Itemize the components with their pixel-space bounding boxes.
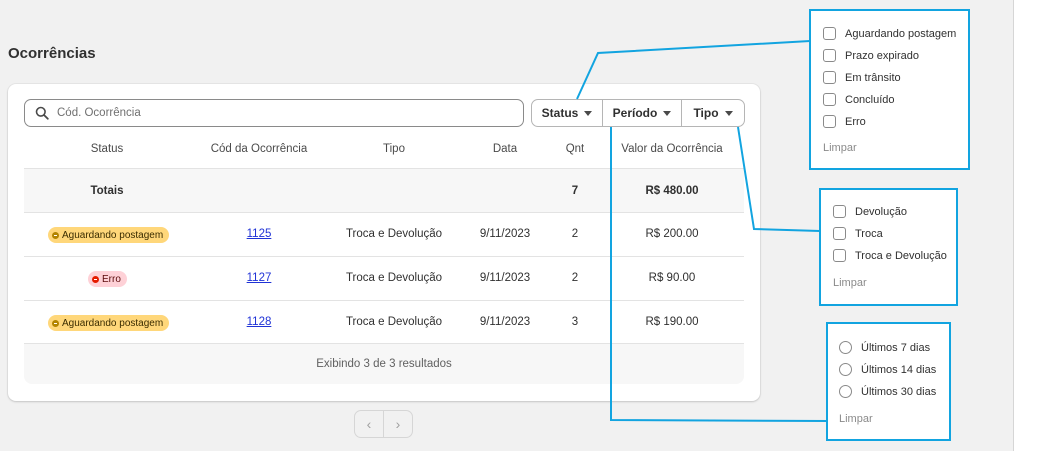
checkbox[interactable] [823,27,836,40]
status-option-label: Aguardando postagem [845,27,957,40]
checkbox[interactable] [823,115,836,128]
status-option-label: Prazo expirado [845,49,919,62]
status-filter-popup: Aguardando postagem Prazo expirado Em tr… [809,9,970,170]
radio-button[interactable] [839,341,852,354]
status-option[interactable]: Prazo expirado [823,49,919,62]
clear-button[interactable]: Limpar [839,413,873,425]
tipo-option-label: Troca e Devolução [855,249,947,262]
periodo-option-label: Últimos 7 dias [861,341,931,354]
tipo-option-label: Devolução [855,205,907,218]
checkbox[interactable] [823,49,836,62]
radio-button[interactable] [839,363,852,376]
checkbox[interactable] [833,227,846,240]
periodo-option[interactable]: Últimos 7 dias [839,341,930,354]
checkbox[interactable] [823,71,836,84]
checkbox[interactable] [833,205,846,218]
checkbox[interactable] [823,93,836,106]
tipo-option[interactable]: Troca [833,227,883,240]
radio-button[interactable] [839,385,852,398]
tipo-option[interactable]: Devolução [833,205,907,218]
status-option[interactable]: Concluído [823,93,895,106]
periodo-option[interactable]: Últimos 30 dias [839,385,936,398]
status-option[interactable]: Erro [823,115,866,128]
periodo-option-label: Últimos 14 dias [861,363,937,376]
periodo-option-label: Últimos 30 dias [861,385,937,398]
checkbox[interactable] [833,249,846,262]
tipo-option-label: Troca [855,227,883,240]
tipo-option[interactable]: Troca e Devolução [833,249,947,262]
status-option[interactable]: Em trânsito [823,71,901,84]
status-option-label: Erro [845,115,866,128]
clear-button[interactable]: Limpar [833,277,867,289]
periodo-filter-popup: Últimos 7 dias Últimos 14 dias Últimos 3… [826,322,951,441]
status-option-label: Em trânsito [845,71,901,84]
status-option[interactable]: Aguardando postagem [823,27,956,40]
tipo-filter-popup: Devolução Troca Troca e Devolução Limpar [819,188,958,306]
status-option-label: Concluído [845,93,895,106]
clear-button[interactable]: Limpar [823,142,857,154]
periodo-option[interactable]: Últimos 14 dias [839,363,936,376]
